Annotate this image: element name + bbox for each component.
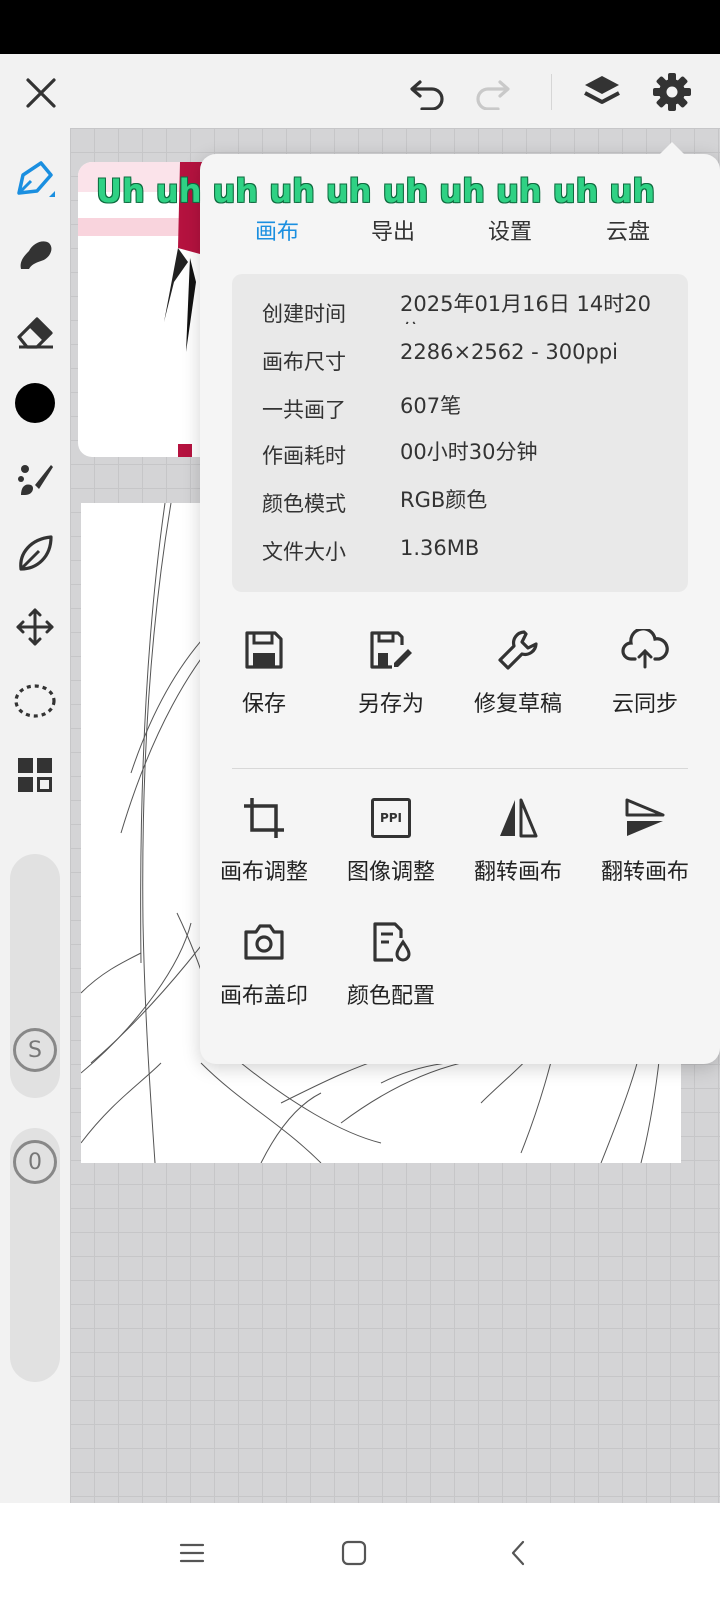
pen-tool[interactable] bbox=[10, 154, 60, 204]
opacity-indicator: 0 bbox=[13, 1140, 57, 1184]
color-picker[interactable] bbox=[10, 378, 60, 428]
info-label: 创建时间 bbox=[262, 302, 346, 326]
info-label: 画布尺寸 bbox=[262, 350, 346, 374]
ppi-icon: PPI bbox=[371, 798, 411, 838]
back-button[interactable] bbox=[498, 1533, 538, 1573]
smudge-tool[interactable] bbox=[10, 230, 60, 280]
redo-button[interactable] bbox=[468, 70, 516, 116]
save-label: 保存 bbox=[241, 692, 286, 717]
wrench-icon bbox=[498, 630, 538, 670]
gear-icon bbox=[653, 73, 691, 111]
layers-icon bbox=[584, 76, 620, 104]
save-as-button[interactable]: 另存为 bbox=[327, 620, 455, 718]
image-adjust-button[interactable]: PPI 图像调整 bbox=[327, 788, 455, 886]
panel-separator bbox=[232, 768, 688, 769]
back-chevron-icon bbox=[511, 1540, 525, 1566]
ppi-icon-text: PPI bbox=[379, 811, 403, 825]
repair-draft-button[interactable]: 修复草稿 bbox=[454, 620, 582, 718]
tab-cloud-drive-label: 云盘 bbox=[605, 220, 650, 245]
pen-icon bbox=[17, 161, 55, 197]
opacity-label: 0 bbox=[28, 1149, 42, 1175]
redo-icon bbox=[476, 80, 510, 110]
tab-canvas-label: 画布 bbox=[254, 220, 299, 245]
panel-caret bbox=[660, 142, 684, 154]
top-toolbar bbox=[0, 54, 720, 128]
size-label: S bbox=[28, 1037, 42, 1063]
left-toolbar: S 0 bbox=[0, 128, 70, 1503]
flip-vertical-label: 翻转画布 bbox=[600, 860, 689, 885]
save-as-icon bbox=[370, 631, 412, 669]
leaf-tool[interactable] bbox=[10, 528, 60, 578]
leaf-icon bbox=[19, 535, 53, 571]
save-icon bbox=[245, 631, 283, 669]
cloud-sync-icon bbox=[621, 629, 669, 669]
overlay-caption: Uh uh uh uh uh uh uh uh uh uh bbox=[96, 172, 656, 210]
canvas-adjust-button[interactable]: 画布调整 bbox=[200, 788, 328, 886]
canvas-info-panel: 画布 导出 设置 云盘 创建时间 2025年01月16日 14时20分 画布尺寸… bbox=[200, 142, 720, 1064]
grid-tool[interactable] bbox=[10, 750, 60, 800]
size-indicator: S bbox=[13, 1028, 57, 1072]
info-label: 文件大小 bbox=[262, 540, 346, 564]
tab-export[interactable]: 导出 bbox=[353, 214, 433, 246]
flip-horizontal-icon bbox=[500, 798, 538, 838]
color-config-icon bbox=[373, 922, 411, 962]
tab-settings-label: 设置 bbox=[487, 220, 532, 245]
home-button[interactable] bbox=[334, 1533, 374, 1573]
flip-horizontal-button[interactable]: 翻转画布 bbox=[454, 788, 582, 886]
recent-apps-button[interactable] bbox=[172, 1533, 212, 1573]
flip-horizontal-label: 翻转画布 bbox=[473, 860, 562, 885]
home-square-icon bbox=[341, 1540, 367, 1566]
undo-icon bbox=[410, 80, 444, 110]
repair-draft-label: 修复草稿 bbox=[473, 692, 562, 717]
tab-cloud-drive[interactable]: 云盘 bbox=[588, 214, 668, 246]
tab-canvas[interactable]: 画布 bbox=[237, 214, 317, 246]
info-label: 颜色模式 bbox=[262, 492, 346, 516]
menu-icon bbox=[179, 1543, 205, 1563]
tab-settings[interactable]: 设置 bbox=[470, 214, 550, 246]
status-bar bbox=[0, 0, 720, 54]
brush-tool[interactable] bbox=[10, 454, 60, 504]
info-value: 00小时30分钟 bbox=[400, 440, 538, 464]
eraser-icon bbox=[17, 317, 53, 349]
crop-icon bbox=[244, 798, 284, 838]
close-icon bbox=[26, 78, 56, 108]
flip-vertical-button[interactable]: 翻转画布 bbox=[581, 788, 709, 886]
undo-button[interactable] bbox=[404, 70, 452, 116]
canvas-adjust-label: 画布调整 bbox=[219, 860, 308, 885]
move-tool[interactable] bbox=[10, 602, 60, 652]
info-label: 作画耗时 bbox=[262, 444, 346, 468]
color-config-label: 颜色配置 bbox=[346, 984, 435, 1009]
cloud-sync-button[interactable]: 云同步 bbox=[581, 620, 709, 718]
close-button[interactable] bbox=[18, 70, 64, 116]
brush-icon bbox=[18, 465, 53, 495]
canvas-stamp-label: 画布盖印 bbox=[219, 984, 308, 1009]
camera-icon bbox=[244, 924, 284, 960]
canvas-info-box: 创建时间 2025年01月16日 14时20分 画布尺寸 2286×2562 -… bbox=[232, 274, 688, 592]
cloud-sync-label: 云同步 bbox=[611, 692, 678, 717]
toolbar-divider bbox=[551, 74, 552, 110]
save-button[interactable]: 保存 bbox=[200, 620, 328, 718]
move-icon bbox=[16, 608, 54, 646]
info-value: 2025年01月16日 14时20分 bbox=[400, 292, 652, 324]
info-value: 2286×2562 - 300ppi bbox=[400, 340, 618, 364]
eraser-tool[interactable] bbox=[10, 306, 60, 356]
info-label: 一共画了 bbox=[262, 398, 346, 422]
color-config-button[interactable]: 颜色配置 bbox=[327, 912, 455, 1010]
lasso-icon bbox=[14, 684, 56, 718]
tab-export-label: 导出 bbox=[370, 220, 415, 245]
image-adjust-label: 图像调整 bbox=[346, 860, 435, 885]
current-color-swatch bbox=[15, 383, 55, 423]
save-as-label: 另存为 bbox=[357, 692, 424, 717]
flip-vertical-icon bbox=[625, 798, 665, 836]
info-value: 1.36MB bbox=[400, 536, 480, 560]
lasso-tool[interactable] bbox=[10, 676, 60, 726]
smudge-icon bbox=[20, 241, 52, 269]
canvas-stamp-button[interactable]: 画布盖印 bbox=[200, 912, 328, 1010]
system-nav-bar bbox=[0, 1503, 720, 1600]
info-value: 607笔 bbox=[400, 394, 462, 418]
settings-button[interactable] bbox=[648, 68, 696, 116]
grid-icon bbox=[18, 758, 52, 792]
layers-button[interactable] bbox=[578, 68, 626, 116]
info-value: RGB颜色 bbox=[400, 488, 488, 512]
